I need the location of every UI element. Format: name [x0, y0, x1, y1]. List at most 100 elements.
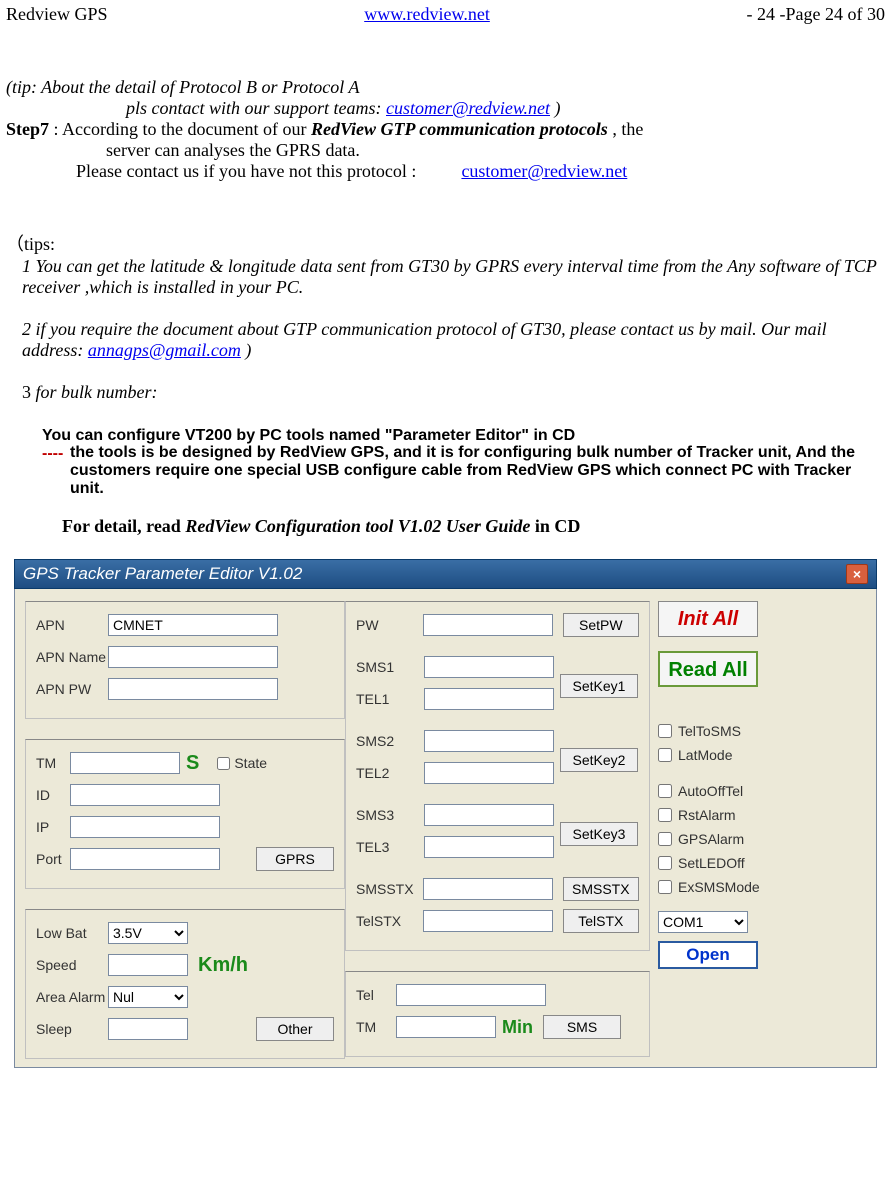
sms1-input[interactable] — [424, 656, 554, 678]
telstx-button[interactable]: TelSTX — [563, 909, 639, 933]
left-column: APN APN Name APN PW TM S State ID IP Por… — [25, 601, 345, 1059]
sleep-label: Sleep — [36, 1021, 108, 1037]
tel1-input[interactable] — [424, 688, 554, 710]
sms2-label: SMS2 — [356, 733, 424, 749]
apn-pw-label: APN PW — [36, 681, 108, 697]
step7-line1: Step7 : According to the document of our… — [6, 119, 885, 140]
setledoff-checkbox[interactable] — [658, 856, 672, 870]
com-select[interactable]: COM1 — [658, 911, 748, 933]
tel1-label: TEL1 — [356, 691, 424, 707]
anna-email-link[interactable]: annagps@gmail.com — [88, 340, 241, 360]
support-email-link[interactable]: customer@redview.net — [386, 98, 550, 118]
exsmsmode-label: ExSMSMode — [678, 879, 760, 895]
tip-2: 2 if you require the document about GTP … — [22, 319, 885, 361]
setkey3-button[interactable]: SetKey3 — [560, 822, 638, 846]
sms2-input[interactable] — [424, 730, 554, 752]
ip-label: IP — [36, 819, 70, 835]
gpsalarm-check[interactable]: GPSAlarm — [658, 831, 866, 847]
pw-input[interactable] — [423, 614, 553, 636]
tm-unit-s: S — [186, 752, 199, 775]
sms-button[interactable]: SMS — [543, 1015, 621, 1039]
autoofftel-checkbox[interactable] — [658, 784, 672, 798]
dialog-titlebar[interactable]: GPS Tracker Parameter Editor V1.02 × — [14, 559, 877, 589]
setkey2-button[interactable]: SetKey2 — [560, 748, 638, 772]
id-label: ID — [36, 787, 70, 803]
tip-3-num: 3 — [22, 382, 31, 402]
setkey1-button[interactable]: SetKey1 — [560, 674, 638, 698]
step7-label: Step7 — [6, 119, 49, 139]
apn-pw-input[interactable] — [108, 678, 278, 700]
tm2-label: TM — [356, 1019, 396, 1035]
telstx-input[interactable] — [423, 910, 553, 932]
speed-label: Speed — [36, 957, 108, 973]
setledoff-label: SetLEDOff — [678, 855, 745, 871]
customer-email-link[interactable]: customer@redview.net — [461, 161, 627, 181]
tm-input[interactable] — [70, 752, 180, 774]
init-all-button[interactable]: Init All — [658, 601, 758, 637]
mid-column: PWSetPW SMS1 TEL1 SetKey1 SMS2 TEL2 — [345, 601, 650, 1059]
teltosms-checkbox[interactable] — [658, 724, 672, 738]
rstalarm-checkbox[interactable] — [658, 808, 672, 822]
detail-line: For detail, read RedView Configuration t… — [62, 516, 885, 537]
id-input[interactable] — [70, 784, 220, 806]
areaalarm-label: Area Alarm — [36, 989, 108, 1005]
speed-input[interactable] — [108, 954, 188, 976]
tip-line-1: (tip: About the detail of Protocol B or … — [6, 77, 885, 98]
autoofftel-check[interactable]: AutoOffTel — [658, 783, 866, 799]
tel-label: Tel — [356, 987, 396, 1003]
tel2-input[interactable] — [424, 762, 554, 784]
open-button[interactable]: Open — [658, 941, 758, 969]
exsmsmode-check[interactable]: ExSMSMode — [658, 879, 866, 895]
lowbat-label: Low Bat — [36, 925, 108, 941]
apn-name-input[interactable] — [108, 646, 278, 668]
bulk-dashes: ---- — [42, 445, 63, 462]
smsstx-button[interactable]: SMSSTX — [563, 877, 639, 901]
ip-input[interactable] — [70, 816, 220, 838]
exsmsmode-checkbox[interactable] — [658, 880, 672, 894]
page-header: Redview GPS www.redview.net - 24 -Page 2… — [0, 0, 891, 29]
latmode-checkbox[interactable] — [658, 748, 672, 762]
detail-suffix: in CD — [530, 516, 580, 536]
teltosms-check[interactable]: TelToSMS — [658, 723, 866, 739]
port-input[interactable] — [70, 848, 220, 870]
min-unit: Min — [502, 1017, 533, 1038]
state-checkbox[interactable] — [217, 757, 230, 770]
apn-input[interactable] — [108, 614, 278, 636]
areaalarm-select[interactable]: Nul — [108, 986, 188, 1008]
latmode-check[interactable]: LatMode — [658, 747, 866, 763]
close-icon[interactable]: × — [846, 564, 868, 584]
setledoff-check[interactable]: SetLEDOff — [658, 855, 866, 871]
tip-line-2-suffix: ) — [550, 98, 561, 118]
rstalarm-check[interactable]: RstAlarm — [658, 807, 866, 823]
keys-group: PWSetPW SMS1 TEL1 SetKey1 SMS2 TEL2 — [345, 601, 650, 951]
port-label: Port — [36, 851, 70, 867]
sleep-input[interactable] — [108, 1018, 188, 1040]
tm-label: TM — [36, 755, 70, 771]
sms3-input[interactable] — [424, 804, 554, 826]
bulk-line-1: You can configure VT200 by PC tools name… — [42, 427, 885, 445]
smsstx-input[interactable] — [423, 878, 553, 900]
setpw-button[interactable]: SetPW — [563, 613, 639, 637]
dialog-body: APN APN Name APN PW TM S State ID IP Por… — [14, 589, 877, 1068]
latmode-label: LatMode — [678, 747, 732, 763]
other-button[interactable]: Other — [256, 1017, 334, 1041]
bulk-line-2-body: the tools is be designed by RedView GPS,… — [70, 444, 885, 498]
tel3-input[interactable] — [424, 836, 554, 858]
gpsalarm-checkbox[interactable] — [658, 832, 672, 846]
gprs-button[interactable]: GPRS — [256, 847, 334, 871]
teltosms-label: TelToSMS — [678, 723, 741, 739]
lowbat-select[interactable]: 3.5V — [108, 922, 188, 944]
read-all-button[interactable]: Read All — [658, 651, 758, 687]
tel-input[interactable] — [396, 984, 546, 1006]
tip-2-suffix: ) — [241, 340, 252, 360]
state-checkbox-wrap[interactable]: State — [217, 755, 267, 771]
header-left: Redview GPS — [6, 4, 108, 25]
step7-line3-text: Please contact us if you have not this p… — [76, 161, 416, 181]
apn-group: APN APN Name APN PW — [25, 601, 345, 719]
rstalarm-label: RstAlarm — [678, 807, 736, 823]
step7-line2: server can analyses the GPRS data. — [106, 140, 885, 161]
header-link[interactable]: www.redview.net — [364, 4, 490, 25]
tm2-input[interactable] — [396, 1016, 496, 1038]
dialog-title: GPS Tracker Parameter Editor V1.02 — [23, 564, 302, 584]
tip-3: 3 for bulk number: — [22, 382, 885, 403]
